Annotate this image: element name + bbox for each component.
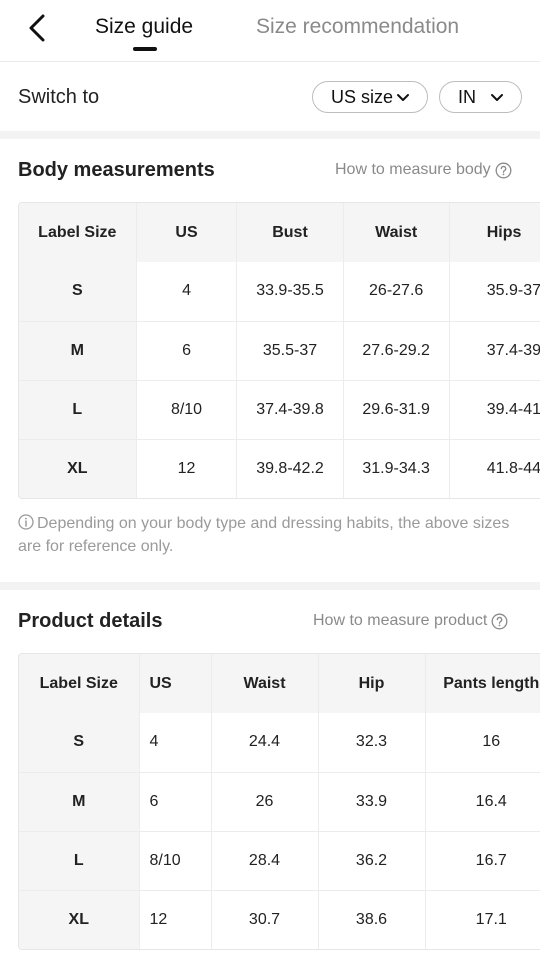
table-cell: 37.4-39 [448,320,540,380]
help-icon [491,613,508,629]
table-cell: 39.4-41 [448,379,540,439]
table-cell: 4 [135,262,237,321]
table-row: XL 12 30.7 38.6 17.1 [19,889,540,949]
how-to-measure-product-label: How to measure product [313,612,488,629]
label-size-cell: XL [19,889,139,949]
tab-size-recommendation[interactable]: Size recommendation [256,14,459,40]
table-cell: 35.9-37 [448,262,540,321]
table-cell: 24.4 [210,713,318,772]
how-to-measure-body-label: How to measure body [335,161,491,178]
table-row: L 8/10 37.4-39.8 29.6-31.9 39.4-41 [19,379,540,439]
table-cell: 41.8-44 [448,438,540,498]
table-cell: 16.4 [424,771,540,831]
section-divider [0,131,540,139]
table-cell: 6 [138,771,211,831]
table-cell: 17.1 [424,889,540,949]
table-cell: 30.7 [210,889,318,949]
table-cell: 32.3 [317,713,425,772]
table-cell: 27.6-29.2 [342,320,450,380]
column-header: Bust [236,203,344,262]
how-to-measure-product-link[interactable]: How to measure product [313,612,508,630]
table-cell: 33.9 [317,771,425,831]
table-cell: 4 [138,713,211,772]
column-header: Pants length [424,654,540,713]
label-size-cell: M [19,320,137,380]
column-header: Label Size [19,654,139,713]
chevron-left-icon [29,14,45,42]
table-row: S 4 33.9-35.5 26-27.6 35.9-37 [19,262,540,321]
label-size-cell: S [19,713,139,772]
table-header-row: Label Size US Waist Hip Pants length [19,654,540,713]
table-cell: 29.6-31.9 [342,379,450,439]
table-row: M 6 35.5-37 27.6-29.2 37.4-39 [19,320,540,380]
table-cell: 31.9-34.3 [342,438,450,498]
column-header: US [135,203,237,262]
unit-dropdown[interactable]: IN [439,81,522,113]
table-cell: 38.6 [317,889,425,949]
table-cell: 6 [135,320,237,380]
reference-note-text: Depending on your body type and dressing… [18,515,510,555]
table-cell: 8/10 [135,379,237,439]
table-row: M 6 26 33.9 16.4 [19,771,540,831]
table-cell: 16 [424,713,540,772]
label-size-cell: S [19,262,137,321]
table-cell: 35.5-37 [236,320,344,380]
table-cell: 12 [135,438,237,498]
table-cell: 28.4 [210,830,318,890]
reference-note: Depending on your body type and dressing… [18,512,518,558]
table-cell: 16.7 [424,830,540,890]
product-details-table: Label Size US Waist Hip Pants length S 4 24.4 3… [18,653,540,950]
top-navigation: Size guide Size recommendation [0,0,540,62]
table-cell: 39.8-42.2 [236,438,344,498]
info-icon [18,514,34,530]
product-details-title: Product details [18,610,163,632]
body-measurements-title: Body measurements [18,159,215,181]
table-cell: 36.2 [317,830,425,890]
table-row: L 8/10 28.4 36.2 16.7 [19,830,540,890]
column-header: US [138,654,211,713]
column-header: Hip [317,654,425,713]
how-to-measure-body-link[interactable]: How to measure body [335,161,512,179]
section-divider [0,582,540,590]
help-icon [495,162,512,178]
label-size-cell: M [19,771,139,831]
label-size-cell: L [19,830,139,890]
table-cell: 8/10 [138,830,211,890]
body-measurements-table: Label Size US Bust Waist Hips S 4 33.9-35.5 26-… [18,202,540,499]
back-button[interactable] [22,12,54,44]
column-header: Waist [210,654,318,713]
column-header: Hips [448,203,540,262]
chevron-down-icon [491,94,503,101]
chevron-down-icon [397,94,409,101]
column-header: Waist [342,203,450,262]
tab-size-guide[interactable]: Size guide [95,14,193,40]
table-cell: 12 [138,889,211,949]
column-header: Label Size [19,203,137,262]
table-cell: 33.9-35.5 [236,262,344,321]
size-system-value: US size [331,86,394,107]
table-cell: 37.4-39.8 [236,379,344,439]
table-header-row: Label Size US Bust Waist Hips [19,203,540,262]
unit-value: IN [458,86,476,107]
table-cell: 26 [210,771,318,831]
switch-label: Switch to [18,86,100,108]
size-system-dropdown[interactable]: US size [312,81,428,113]
switch-row: Switch to US size IN [0,63,540,131]
label-size-cell: L [19,379,137,439]
table-row: XL 12 39.8-42.2 31.9-34.3 41.8-44 [19,438,540,498]
table-cell: 26-27.6 [342,262,450,321]
active-tab-indicator [133,47,157,51]
table-row: S 4 24.4 32.3 16 [19,713,540,772]
label-size-cell: XL [19,438,137,498]
